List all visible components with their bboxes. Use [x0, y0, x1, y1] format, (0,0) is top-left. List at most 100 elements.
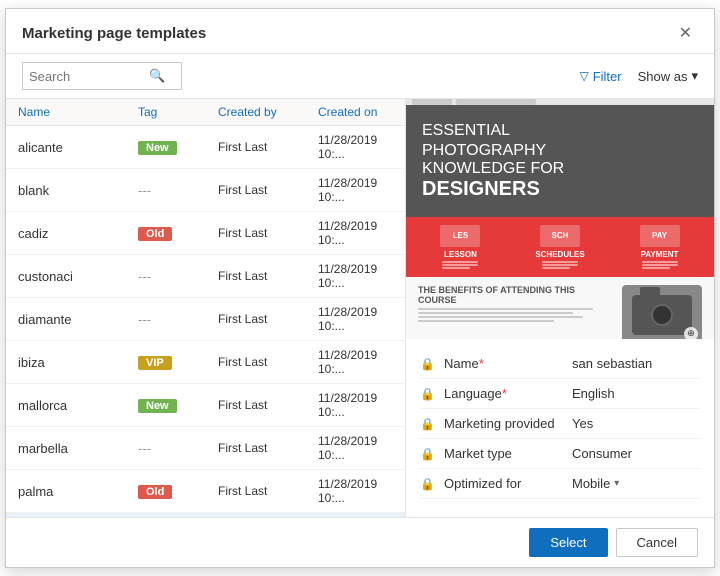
preview-line: [418, 316, 583, 318]
table-row[interactable]: custonaci --- First Last 11/28/2019 10:.…: [6, 255, 405, 298]
tag-empty: ---: [138, 183, 151, 198]
select-button[interactable]: Select: [529, 528, 607, 557]
lock-icon: 🔒: [420, 417, 436, 431]
row-name: diamante: [18, 312, 138, 327]
required-indicator: *: [502, 386, 507, 401]
preview-line: [418, 320, 554, 322]
prop-label: Optimized for: [444, 476, 564, 491]
zoom-icon[interactable]: ⊕: [684, 327, 698, 339]
row-date: 11/28/2019 10:...: [318, 477, 393, 505]
table-row[interactable]: mallorca New First Last 11/28/2019 10:..…: [6, 384, 405, 427]
table-row[interactable]: diamante --- First Last 11/28/2019 10:..…: [6, 298, 405, 341]
col-name[interactable]: Name: [18, 105, 138, 119]
row-creator: First Last: [218, 312, 318, 326]
table-row[interactable]: cadiz Old First Last 11/28/2019 10:...: [6, 212, 405, 255]
row-tag: ---: [138, 269, 218, 284]
dropdown-arrow-icon: ▾: [614, 478, 619, 489]
dialog-title: Marketing page templates: [22, 25, 206, 42]
cta-item: PAY PAYMENT: [640, 225, 680, 269]
cta-lines: [442, 261, 478, 269]
row-creator: First Last: [218, 140, 318, 154]
table-row[interactable]: marbella --- First Last 11/28/2019 10:..…: [6, 427, 405, 470]
tag-empty: ---: [138, 441, 151, 456]
table-row[interactable]: palma Old First Last 11/28/2019 10:...: [6, 470, 405, 513]
show-as-button[interactable]: Show as ▾: [638, 68, 698, 84]
preview-image: ESSENTIAL PHOTOGRAPHY KNOWLEDGE FOR DESI…: [406, 99, 714, 339]
col-created-by[interactable]: Created by: [218, 105, 318, 119]
cta-item: LES LESSON: [440, 225, 480, 269]
cta-lines: [642, 261, 678, 269]
cancel-button[interactable]: Cancel: [616, 528, 698, 557]
preview-panel: ESSENTIAL PHOTOGRAPHY KNOWLEDGE FOR DESI…: [406, 99, 714, 517]
hero-line1: ESSENTIAL: [422, 121, 564, 142]
lock-icon: 🔒: [420, 447, 436, 461]
row-creator: First Last: [218, 355, 318, 369]
preview-bottom-title: THE BENEFITS OF ATTENDING THIS COURSE: [418, 285, 612, 305]
row-date: 11/28/2019 10:...: [318, 434, 393, 462]
prop-label: Market type: [444, 446, 564, 461]
prop-value: san sebastian: [572, 356, 700, 371]
row-name: blank: [18, 183, 138, 198]
camera-lens: [651, 304, 673, 326]
filter-button[interactable]: ▽ Filter: [579, 69, 621, 84]
close-button[interactable]: ✕: [673, 21, 698, 45]
hero-line2: PHOTOGRAPHY: [422, 142, 564, 160]
preview-line: [418, 312, 573, 314]
table-row[interactable]: blank --- First Last 11/28/2019 10:...: [6, 169, 405, 212]
row-name: marbella: [18, 441, 138, 456]
row-tag: ---: [138, 312, 218, 327]
row-tag: Old: [138, 483, 218, 499]
prop-value: Yes: [572, 416, 700, 431]
lock-icon: 🔒: [420, 357, 436, 371]
list-header: Name Tag Created by Created on: [6, 99, 405, 126]
dialog-footer: Select Cancel: [6, 517, 714, 567]
properties-panel: 🔒 Name* san sebastian 🔒 Language* Englis…: [406, 339, 714, 509]
list-body[interactable]: alicante New First Last 11/28/2019 10:..…: [6, 126, 405, 517]
preview-bottom-lines: [418, 308, 612, 322]
property-row: 🔒 Optimized for Mobile▾: [420, 469, 700, 499]
tag-badge: Old: [138, 485, 172, 499]
col-created-on[interactable]: Created on: [318, 105, 393, 119]
row-date: 11/28/2019 10:...: [318, 176, 393, 204]
cta-label: LESSON: [444, 250, 477, 259]
tag-empty: ---: [138, 269, 151, 284]
row-tag: Old: [138, 225, 218, 241]
row-date: 11/28/2019 10:...: [318, 262, 393, 290]
toolbar-right: ▽ Filter Show as ▾: [579, 68, 698, 84]
col-tag[interactable]: Tag: [138, 105, 218, 119]
tag-badge: VIP: [138, 356, 172, 370]
row-creator: First Last: [218, 226, 318, 240]
cta-lines: [542, 261, 578, 269]
search-input[interactable]: [29, 69, 149, 84]
row-tag: ---: [138, 441, 218, 456]
row-name: cadiz: [18, 226, 138, 241]
tag-empty: ---: [138, 312, 151, 327]
row-name: custonaci: [18, 269, 138, 284]
prop-label: Marketing provided: [444, 416, 564, 431]
prop-value: Consumer: [572, 446, 700, 461]
show-as-label: Show as: [638, 69, 688, 84]
filter-label: Filter: [593, 69, 622, 84]
camera-top: [640, 287, 660, 295]
cta-box: SCH: [540, 225, 580, 247]
table-row[interactable]: ibiza VIP First Last 11/28/2019 10:...: [6, 341, 405, 384]
row-date: 11/28/2019 10:...: [318, 219, 393, 247]
preview-cta-bar: LES LESSON SCH SCHEDULES PAY PAYMENT: [406, 217, 714, 277]
row-creator: First Last: [218, 484, 318, 498]
search-icon: 🔍: [149, 68, 165, 84]
row-name: alicante: [18, 140, 138, 155]
dialog-body: Name Tag Created by Created on alicante …: [6, 99, 714, 517]
property-row: 🔒 Market type Consumer: [420, 439, 700, 469]
row-creator: First Last: [218, 269, 318, 283]
filter-icon: ▽: [579, 69, 588, 83]
cta-box: LES: [440, 225, 480, 247]
prop-value[interactable]: Mobile▾: [572, 476, 700, 491]
chevron-down-icon: ▾: [691, 68, 698, 84]
row-tag: New: [138, 397, 218, 413]
property-row: 🔒 Name* san sebastian: [420, 349, 700, 379]
cta-item: SCH SCHEDULES: [535, 225, 584, 269]
camera-body: [632, 295, 692, 335]
table-row[interactable]: alicante New First Last 11/28/2019 10:..…: [6, 126, 405, 169]
prop-value: English: [572, 386, 700, 401]
row-tag: VIP: [138, 354, 218, 370]
